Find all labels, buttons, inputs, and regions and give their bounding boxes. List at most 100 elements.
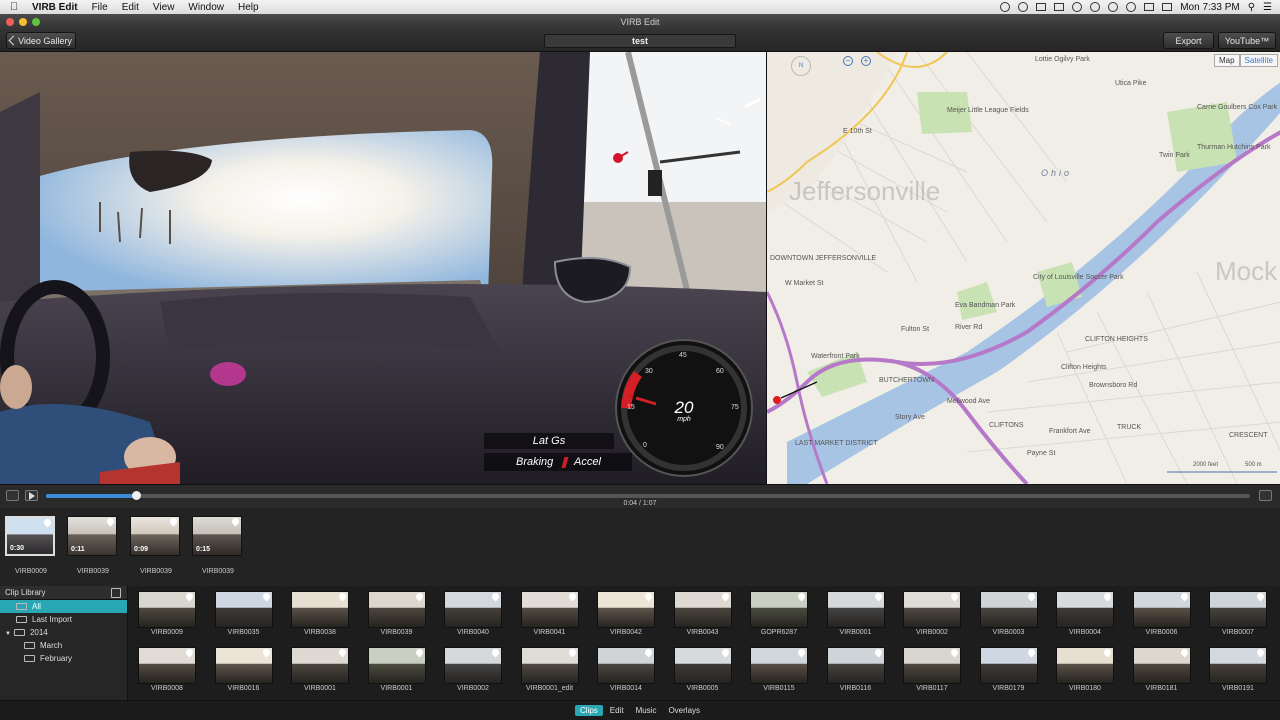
library-clip[interactable]: VIRB0042: [595, 591, 657, 636]
library-clip[interactable]: VIRB0001: [289, 647, 351, 692]
clip-strip: 0:30 VIRB0009 0:11 VIRB0039 0:09 VIRB003…: [0, 508, 1280, 586]
wifi-icon[interactable]: [1126, 2, 1137, 12]
library-clip[interactable]: VIRB0035: [213, 591, 275, 636]
disclosure-triangle-icon[interactable]: ▼: [5, 631, 11, 637]
mac-menubar:  VIRB Edit File Edit View Window Help M…: [0, 0, 1280, 14]
location-pin-icon: [796, 592, 807, 602]
tab-edit[interactable]: Edit: [605, 705, 629, 716]
library-item-2014[interactable]: ▼ 2014: [0, 626, 127, 639]
spotlight-icon[interactable]: ⚲: [1248, 2, 1255, 13]
strip-clip[interactable]: 0:11 VIRB0039: [67, 516, 119, 575]
library-clip[interactable]: VIRB0003: [978, 591, 1040, 636]
library-clip[interactable]: VIRB0038: [289, 591, 351, 636]
library-clip[interactable]: VIRB0040: [442, 591, 504, 636]
zoom-out-icon[interactable]: −: [843, 56, 853, 66]
timemachine-icon[interactable]: [1090, 2, 1101, 12]
clip-name: VIRB0039: [380, 629, 413, 636]
fullscreen-button[interactable]: [1259, 490, 1272, 501]
strip-clip[interactable]: 0:09 VIRB0039: [130, 516, 182, 575]
playback-time: 0:04 / 1:07: [623, 500, 657, 507]
apple-icon[interactable]: : [10, 1, 24, 13]
library-clip[interactable]: VIRB0004: [1054, 591, 1116, 636]
clip-name: VIRB0035: [227, 629, 260, 636]
airplay-icon[interactable]: [1054, 3, 1065, 11]
sync-icon[interactable]: [1072, 2, 1083, 12]
folder-icon: [24, 655, 35, 663]
tab-clips[interactable]: Clips: [574, 705, 603, 716]
volume-icon[interactable]: [1144, 3, 1155, 11]
tab-music[interactable]: Music: [631, 705, 662, 716]
library-clip[interactable]: VIRB0116: [825, 647, 887, 692]
clip-thumbnail: [214, 647, 273, 684]
video-gallery-button[interactable]: Video Gallery: [6, 32, 76, 49]
menu-view[interactable]: View: [153, 2, 175, 13]
library-clip[interactable]: VIRB0002: [901, 591, 963, 636]
menu-edit[interactable]: Edit: [122, 2, 139, 13]
youtube-button[interactable]: YouTube™: [1218, 32, 1276, 49]
library-clip[interactable]: VIRB0181: [1131, 647, 1193, 692]
window-title: VIRB Edit: [620, 17, 660, 27]
zoom-icon[interactable]: [32, 18, 40, 26]
library-clip[interactable]: VIRB0006: [1131, 591, 1193, 636]
record-icon[interactable]: [1000, 2, 1011, 12]
library-clip[interactable]: VIRB0179: [978, 647, 1040, 692]
video-preview[interactable]: 45 30 60 15 75 0 90 20 mph Lat Gs Brakin…: [0, 52, 766, 484]
location-pin-icon: [643, 648, 654, 658]
map-label: Payne St: [1027, 450, 1056, 457]
library-item-all[interactable]: All: [0, 600, 127, 613]
library-clip[interactable]: VIRB0191: [1207, 647, 1269, 692]
menu-help[interactable]: Help: [238, 2, 259, 13]
library-clip[interactable]: VIRB0001: [366, 647, 428, 692]
library-clip[interactable]: VIRB0009: [136, 591, 198, 636]
map-label: Story Ave: [895, 414, 925, 421]
library-item-march[interactable]: March: [0, 639, 127, 652]
import-icon[interactable]: [111, 588, 121, 598]
dropbox-icon[interactable]: [1036, 3, 1047, 11]
menu-window[interactable]: Window: [188, 2, 224, 13]
library-item-last-import[interactable]: Last Import: [0, 613, 127, 626]
speed-value: 20: [674, 398, 694, 417]
menubar-clock[interactable]: Mon 7:33 PM: [1180, 2, 1239, 13]
library-clip[interactable]: VIRB0016: [213, 647, 275, 692]
library-clip[interactable]: VIRB0007: [1207, 591, 1269, 636]
library-clip[interactable]: VIRB0008: [136, 647, 198, 692]
library-clip[interactable]: GOPR6287: [748, 591, 810, 636]
library-clip[interactable]: VIRB0041: [519, 591, 581, 636]
location-pin-icon: [414, 592, 424, 602]
map-tab[interactable]: Map: [1213, 54, 1240, 67]
library-clip[interactable]: VIRB0117: [901, 647, 963, 692]
library-clip[interactable]: VIRB0180: [1054, 647, 1116, 692]
minimize-icon[interactable]: [19, 18, 27, 26]
library-clip[interactable]: VIRB0001: [825, 591, 887, 636]
map-view[interactable]: Map Satellite N − + Jeffersonville DOWNT…: [766, 52, 1280, 484]
library-clip[interactable]: VIRB0115: [748, 647, 810, 692]
play-button[interactable]: [25, 490, 38, 501]
scrubber-track[interactable]: [46, 491, 1250, 500]
library-clip[interactable]: VIRB0005: [672, 647, 734, 692]
library-clip[interactable]: VIRB0039: [366, 591, 428, 636]
notification-icon[interactable]: ☰: [1263, 2, 1272, 13]
battery-icon[interactable]: [1162, 3, 1173, 11]
strip-clip[interactable]: 0:30 VIRB0009: [5, 516, 57, 575]
export-button[interactable]: Export: [1163, 32, 1214, 49]
library-item-label: 2014: [29, 628, 48, 637]
menu-app-name[interactable]: VIRB Edit: [32, 2, 78, 13]
project-title-field[interactable]: test: [544, 34, 736, 48]
stop-button[interactable]: [6, 490, 19, 501]
library-clip[interactable]: VIRB0043: [672, 591, 734, 636]
menu-file[interactable]: File: [92, 2, 108, 13]
map-compass[interactable]: N: [791, 56, 811, 76]
tab-overlays[interactable]: Overlays: [663, 705, 705, 716]
library-clip[interactable]: VIRB0014: [595, 647, 657, 692]
scrubber-handle[interactable]: [132, 491, 141, 500]
strip-clip[interactable]: 0:15 VIRB0039: [192, 516, 244, 575]
satellite-tab[interactable]: Satellite: [1239, 54, 1278, 67]
close-icon[interactable]: [6, 18, 14, 26]
target-icon[interactable]: [1018, 2, 1029, 12]
library-item-february[interactable]: February: [0, 652, 127, 665]
bluetooth-icon[interactable]: [1108, 2, 1119, 12]
zoom-in-icon[interactable]: +: [861, 56, 871, 66]
library-clip[interactable]: VIRB0002: [442, 647, 504, 692]
clip-thumbnail: [826, 591, 885, 628]
library-clip[interactable]: VIRB0001_edit: [519, 647, 581, 692]
